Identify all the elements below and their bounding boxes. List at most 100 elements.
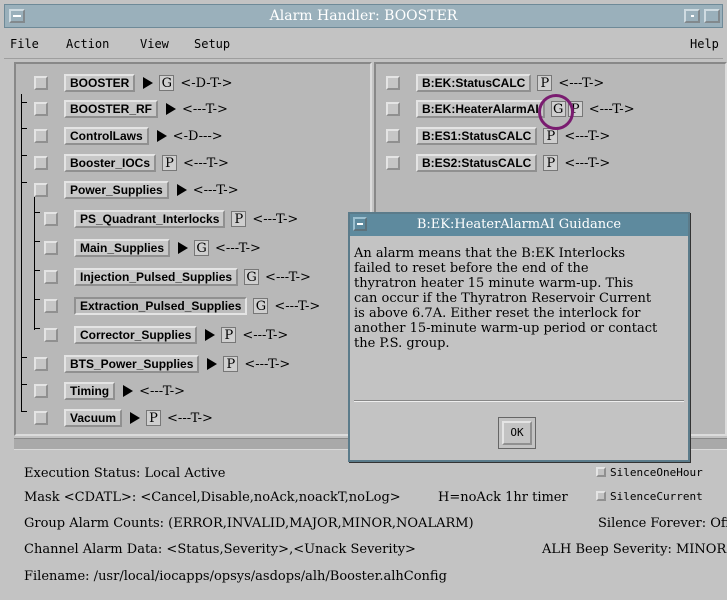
group-label[interactable]: Injection_Pulsed_Supplies xyxy=(74,268,239,286)
guidance-line: thyratron heater 15 minute warm-up. This xyxy=(354,276,634,291)
process-button[interactable]: P xyxy=(537,75,553,91)
process-button[interactable]: P xyxy=(231,211,247,227)
group-label[interactable]: BOOSTER xyxy=(64,74,136,92)
guidance-button[interactable]: G xyxy=(159,75,175,91)
tree-row: Main_Supplies G <---T-> xyxy=(44,237,261,259)
expand-arrow-icon[interactable] xyxy=(205,329,216,341)
alarm-state: <---T-> xyxy=(192,182,239,198)
row-checkbox[interactable] xyxy=(34,411,48,425)
tree-line xyxy=(21,411,27,412)
row-checkbox[interactable] xyxy=(44,328,58,342)
channel-label[interactable]: B:ES2:StatusCALC xyxy=(416,154,538,172)
group-label[interactable]: Vacuum xyxy=(64,409,123,427)
menu-view[interactable]: View xyxy=(140,37,169,51)
tree-row: Timing <---T-> xyxy=(34,380,185,402)
row-checkbox[interactable] xyxy=(386,102,400,116)
group-label[interactable]: Power_Supplies xyxy=(64,181,169,199)
row-checkbox[interactable] xyxy=(44,270,58,284)
process-button[interactable]: P xyxy=(162,155,178,171)
row-checkbox[interactable] xyxy=(44,212,58,226)
silence-one-hour-toggle[interactable]: SilenceOneHour xyxy=(596,466,703,479)
dialog-separator xyxy=(354,400,684,402)
row-checkbox[interactable] xyxy=(386,129,400,143)
toggle-box-icon xyxy=(596,491,606,501)
maximize-icon[interactable] xyxy=(704,9,720,23)
group-label[interactable]: BOOSTER_RF xyxy=(64,100,159,118)
tree-line xyxy=(21,357,27,358)
group-label[interactable]: Main_Supplies xyxy=(74,239,171,257)
expand-arrow-icon[interactable] xyxy=(130,412,141,424)
tree-line xyxy=(34,194,35,330)
alarm-state: <---T-> xyxy=(274,298,321,314)
group-label[interactable]: Booster_IOCs xyxy=(64,154,157,172)
mask-legend: Mask <CDATL>: <Cancel,Disable,noAck,noac… xyxy=(24,490,401,505)
row-checkbox[interactable] xyxy=(44,241,58,255)
group-label[interactable]: BTS_Power_Supplies xyxy=(64,355,200,373)
expand-arrow-icon[interactable] xyxy=(166,103,177,115)
tree-row: Injection_Pulsed_Supplies G <---T-> xyxy=(44,266,311,288)
expand-arrow-icon[interactable] xyxy=(207,358,218,370)
group-tree-pane[interactable]: BOOSTER G <-D-T-> BOOSTER_RF <---T-> Con… xyxy=(14,62,372,436)
menu-action[interactable]: Action xyxy=(66,37,109,51)
row-checkbox[interactable] xyxy=(34,357,48,371)
guidance-button[interactable]: G xyxy=(194,240,210,256)
guidance-button[interactable]: G xyxy=(244,269,260,285)
toggle-box-icon xyxy=(596,467,606,477)
alarm-state: <---T-> xyxy=(558,75,605,91)
guidance-line: An alarm means that the B:EK Interlocks xyxy=(354,246,626,261)
tree-line xyxy=(21,182,27,183)
row-checkbox[interactable] xyxy=(34,183,48,197)
alarm-state: <---T-> xyxy=(564,155,611,171)
tree-line xyxy=(21,94,22,412)
minimize-icon[interactable] xyxy=(684,9,700,23)
menu-file[interactable]: File xyxy=(10,37,39,51)
tree-row: PS_Quadrant_Interlocks P <---T-> xyxy=(44,208,298,230)
row-checkbox[interactable] xyxy=(34,384,48,398)
expand-arrow-icon[interactable] xyxy=(176,184,187,196)
process-button[interactable]: P xyxy=(146,410,162,426)
menu-setup[interactable]: Setup xyxy=(194,37,230,51)
channel-label[interactable]: B:EK:StatusCALC xyxy=(416,74,532,92)
alarm-state: <---T-> xyxy=(242,327,289,343)
row-checkbox[interactable] xyxy=(34,129,48,143)
row-checkbox[interactable] xyxy=(386,156,400,170)
group-label[interactable]: PS_Quadrant_Interlocks xyxy=(74,210,226,228)
process-button[interactable]: P xyxy=(543,128,559,144)
tree-row: Booster_IOCs P <---T-> xyxy=(34,152,229,174)
tree-line xyxy=(34,299,40,300)
tree-row: BOOSTER_RF <---T-> xyxy=(34,98,228,120)
dialog-title: B:EK:HeaterAlarmAI Guidance xyxy=(416,217,622,232)
expand-arrow-icon[interactable] xyxy=(178,242,189,254)
process-button[interactable]: P xyxy=(221,327,237,343)
window-title: Alarm Handler: BOOSTER xyxy=(269,8,458,24)
expand-arrow-icon[interactable] xyxy=(123,385,134,397)
process-button[interactable]: P xyxy=(543,155,559,171)
group-label[interactable]: Corrector_Supplies xyxy=(74,326,198,344)
guidance-button[interactable]: G xyxy=(253,298,269,314)
alarm-state: <---T-> xyxy=(564,128,611,144)
expand-arrow-icon[interactable] xyxy=(143,77,154,89)
expand-arrow-icon[interactable] xyxy=(156,130,167,142)
row-checkbox[interactable] xyxy=(34,102,48,116)
group-label-selected[interactable]: Extraction_Pulsed_Supplies xyxy=(74,297,248,315)
tree-line xyxy=(34,270,40,271)
row-checkbox[interactable] xyxy=(44,299,58,313)
ok-button[interactable]: OK xyxy=(502,421,532,445)
filename: Filename: /usr/local/iocapps/opsys/asdop… xyxy=(24,569,447,584)
process-button[interactable]: P xyxy=(223,356,239,372)
title-bar[interactable]: Alarm Handler: BOOSTER xyxy=(4,4,723,28)
dialog-title-bar[interactable]: B:EK:HeaterAlarmAI Guidance xyxy=(350,214,688,236)
row-checkbox[interactable] xyxy=(34,156,48,170)
guidance-line: another 15-minute warm-up period or cont… xyxy=(354,321,658,336)
channel-label[interactable]: B:ES1:StatusCALC xyxy=(416,127,538,145)
menu-help[interactable]: Help xyxy=(690,37,719,51)
row-checkbox[interactable] xyxy=(34,76,48,90)
silence-current-toggle[interactable]: SilenceCurrent xyxy=(596,490,703,503)
group-label[interactable]: ControlLaws xyxy=(64,127,149,145)
group-label[interactable]: Timing xyxy=(64,382,116,400)
alarm-state: <---T-> xyxy=(183,155,229,171)
channel-label[interactable]: B:EK:HeaterAlarmAI xyxy=(416,100,545,118)
channel-alarm-data: Channel Alarm Data: <Status,Severity>,<U… xyxy=(24,542,416,557)
row-checkbox[interactable] xyxy=(386,76,400,90)
group-alarm-counts: Group Alarm Counts: (ERROR,INVALID,MAJOR… xyxy=(24,516,474,531)
